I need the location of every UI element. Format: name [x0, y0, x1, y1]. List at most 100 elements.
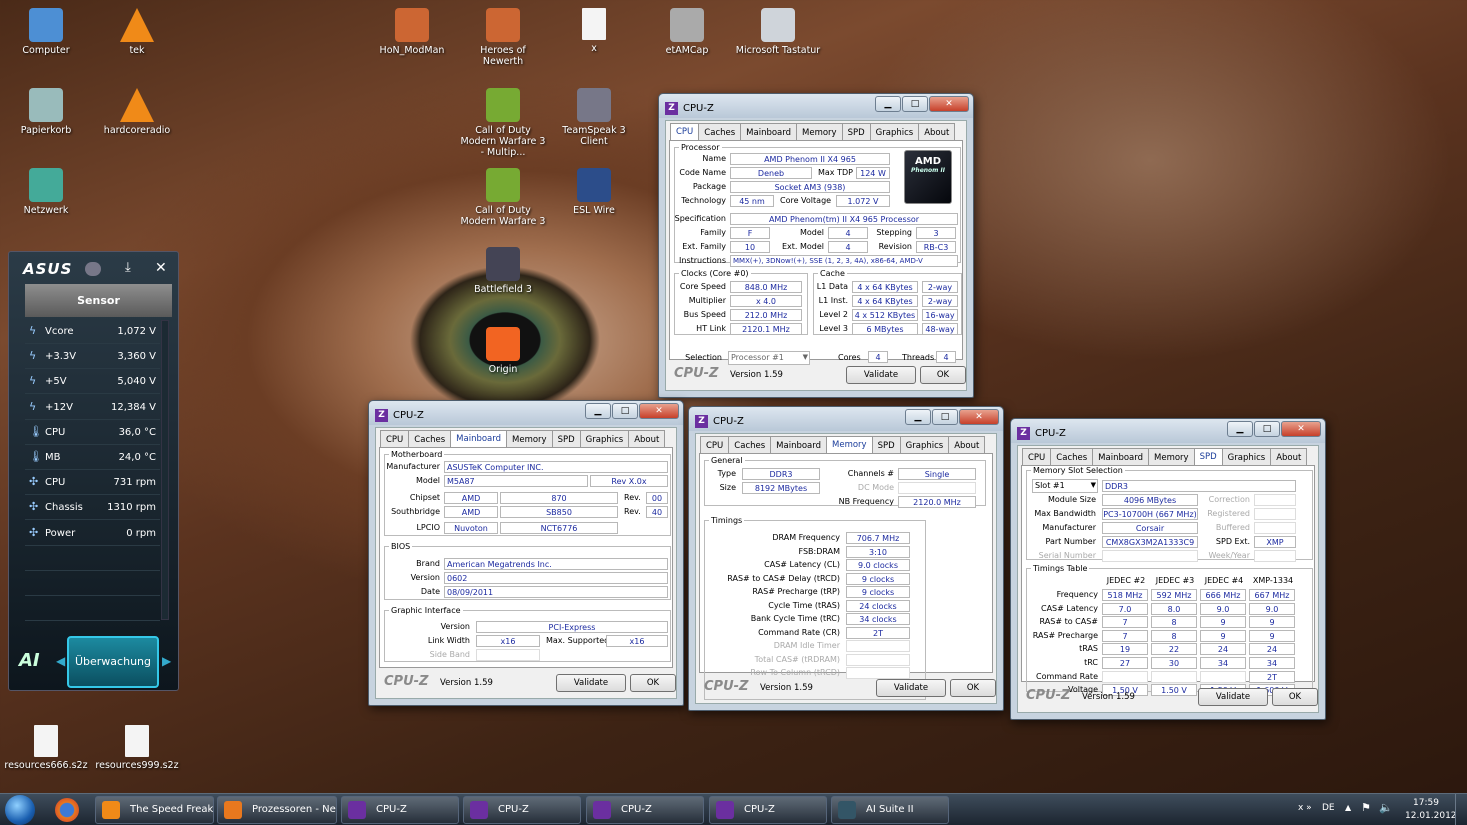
desktop-icon[interactable]: resources999.s2z: [94, 725, 180, 771]
arrow-left-icon[interactable]: ◀: [56, 654, 65, 668]
tab-mainboard[interactable]: Mainboard: [740, 123, 798, 141]
tab-caches[interactable]: Caches: [728, 436, 772, 454]
firefox-icon[interactable]: [55, 798, 79, 822]
validate-button[interactable]: Validate: [1198, 688, 1268, 706]
validate-button[interactable]: Validate: [876, 679, 946, 697]
tab-spd[interactable]: SPD: [841, 123, 871, 141]
sensor-tab[interactable]: Sensor: [25, 284, 172, 317]
language-indicator[interactable]: DE: [1322, 803, 1335, 813]
tab-graphics[interactable]: Graphics: [899, 436, 950, 454]
tab-graphics[interactable]: Graphics: [869, 123, 920, 141]
tab-mainboard[interactable]: Mainboard: [1092, 448, 1150, 466]
ok-button[interactable]: OK: [1272, 688, 1318, 706]
taskbar-button[interactable]: The Speed Freak -...: [95, 796, 214, 824]
cpuz-window-cpu[interactable]: Z CPU-Z ▁ □ ✕ CPU Caches Mainboard Memory SPD Gr…: [658, 93, 974, 398]
maximize-button[interactable]: □: [612, 403, 638, 419]
ok-button[interactable]: OK: [920, 366, 966, 384]
maximize-button[interactable]: □: [902, 96, 928, 112]
ok-button[interactable]: OK: [950, 679, 996, 697]
taskbar-button[interactable]: CPU-Z: [586, 796, 704, 824]
tab-memory[interactable]: Memory: [796, 123, 843, 141]
minimize-button[interactable]: ▁: [1227, 421, 1253, 437]
tab-about[interactable]: About: [628, 430, 666, 448]
desktop-icon[interactable]: Call of Duty Modern Warfare 3 - Multip..…: [460, 88, 546, 158]
tab-spd[interactable]: SPD: [1193, 448, 1223, 466]
maximize-button[interactable]: □: [1254, 421, 1280, 437]
tab-spd[interactable]: SPD: [871, 436, 901, 454]
tab-cpu[interactable]: CPU: [670, 123, 700, 141]
close-button[interactable]: ✕: [959, 409, 999, 425]
cpuz-window-spd[interactable]: Z CPU-Z ▁ □ ✕ CPU Caches Mainboard Memory SPD Gr…: [1010, 418, 1326, 720]
slot-select[interactable]: Slot #1 ▼: [1032, 479, 1098, 493]
minimize-button[interactable]: ▁: [905, 409, 931, 425]
tab-about[interactable]: About: [1270, 448, 1308, 466]
desktop-icon[interactable]: resources666.s2z: [3, 725, 89, 771]
download-icon[interactable]: ⤓: [125, 260, 131, 275]
start-button[interactable]: [5, 795, 35, 825]
desktop-icon[interactable]: Microsoft Tastatur: [735, 8, 821, 56]
action-center-icon[interactable]: ⚑: [1361, 801, 1371, 814]
tab-cpu[interactable]: CPU: [700, 436, 730, 454]
tab-cpu[interactable]: CPU: [1022, 448, 1052, 466]
desktop-icon[interactable]: Origin: [460, 327, 546, 375]
tab-mainboard[interactable]: Mainboard: [770, 436, 828, 454]
tab-caches[interactable]: Caches: [698, 123, 742, 141]
arrow-right-icon[interactable]: ▶: [162, 654, 171, 668]
desktop-icon[interactable]: tek: [94, 8, 180, 56]
desktop-icon[interactable]: Netzwerk: [3, 168, 89, 216]
desktop-icon[interactable]: Heroes of Newerth: [460, 8, 546, 67]
tab-graphics[interactable]: Graphics: [579, 430, 630, 448]
desktop-icon[interactable]: Call of Duty Modern Warfare 3: [460, 168, 546, 227]
validate-button[interactable]: Validate: [556, 674, 626, 692]
taskbar-button[interactable]: CPU-Z: [709, 796, 827, 824]
tab-cpu[interactable]: CPU: [380, 430, 410, 448]
desktop-icon[interactable]: Battlefield 3: [460, 247, 546, 295]
tab-caches[interactable]: Caches: [408, 430, 452, 448]
tab-memory[interactable]: Memory: [506, 430, 553, 448]
cpuz-window-mainboard[interactable]: Z CPU-Z ▁ □ ✕ CPU Caches Mainboard Memory SPD Gr…: [368, 400, 684, 706]
validate-button[interactable]: Validate: [846, 366, 916, 384]
tab-mainboard[interactable]: Mainboard: [450, 430, 508, 448]
clock-date[interactable]: 12.01.2012: [1405, 811, 1457, 821]
close-button[interactable]: ✕: [1281, 421, 1321, 437]
taskbar-button[interactable]: AI Suite II: [831, 796, 949, 824]
tab-about[interactable]: About: [918, 123, 956, 141]
tab-caches[interactable]: Caches: [1050, 448, 1094, 466]
desktop-icon[interactable]: ESL Wire: [551, 168, 637, 216]
asus-ai-suite-gadget[interactable]: ASUS ⤓ ✕ Sensor ϟ Vcore 1,072 V ϟ +3.3V 3,360…: [8, 251, 179, 691]
timings-column-header: JEDEC #2: [1106, 576, 1146, 585]
tab-graphics[interactable]: Graphics: [1221, 448, 1272, 466]
minimize-button[interactable]: ▁: [585, 403, 611, 419]
tab-memory[interactable]: Memory: [1148, 448, 1195, 466]
close-icon[interactable]: ✕: [155, 260, 167, 276]
taskbar-button[interactable]: CPU-Z: [463, 796, 581, 824]
ueberwachung-button[interactable]: Überwachung: [67, 636, 159, 688]
processor-select[interactable]: Processor #1 ▼: [728, 351, 810, 365]
desktop-icon[interactable]: Papierkorb: [3, 88, 89, 136]
desktop-icon[interactable]: HoN_ModMan: [369, 8, 455, 56]
minimize-button[interactable]: ▁: [875, 96, 901, 112]
close-button[interactable]: ✕: [929, 96, 969, 112]
desktop-icon[interactable]: Computer: [3, 8, 89, 56]
clock-time[interactable]: 17:59: [1413, 798, 1439, 808]
close-button[interactable]: ✕: [639, 403, 679, 419]
overflow-icon[interactable]: x »: [1298, 803, 1312, 813]
speaker-icon[interactable]: 🔈: [1379, 801, 1393, 814]
value-code-name: Deneb: [730, 167, 812, 179]
cpuz-window-memory[interactable]: Z CPU-Z ▁ □ ✕ CPU Caches Mainboard Memory SPD Gr…: [688, 406, 1004, 711]
tray-up-icon[interactable]: ▲: [1345, 803, 1351, 812]
desktop-icon[interactable]: TeamSpeak 3 Client: [551, 88, 637, 147]
tab-memory[interactable]: Memory: [826, 436, 873, 454]
taskbar-button[interactable]: Prozessoren - Ne...: [217, 796, 337, 824]
desktop-icon[interactable]: hardcoreradio: [94, 88, 180, 136]
scrollbar[interactable]: [161, 320, 169, 620]
desktop-icon[interactable]: x: [551, 8, 637, 54]
tab-about[interactable]: About: [948, 436, 986, 454]
tab-spd[interactable]: SPD: [551, 430, 581, 448]
maximize-button[interactable]: □: [932, 409, 958, 425]
taskbar-button[interactable]: CPU-Z: [341, 796, 459, 824]
show-desktop-button[interactable]: [1455, 794, 1467, 825]
ok-button[interactable]: OK: [630, 674, 676, 692]
toggle-icon[interactable]: [85, 262, 101, 276]
desktop-icon[interactable]: etAMCap: [644, 8, 730, 56]
